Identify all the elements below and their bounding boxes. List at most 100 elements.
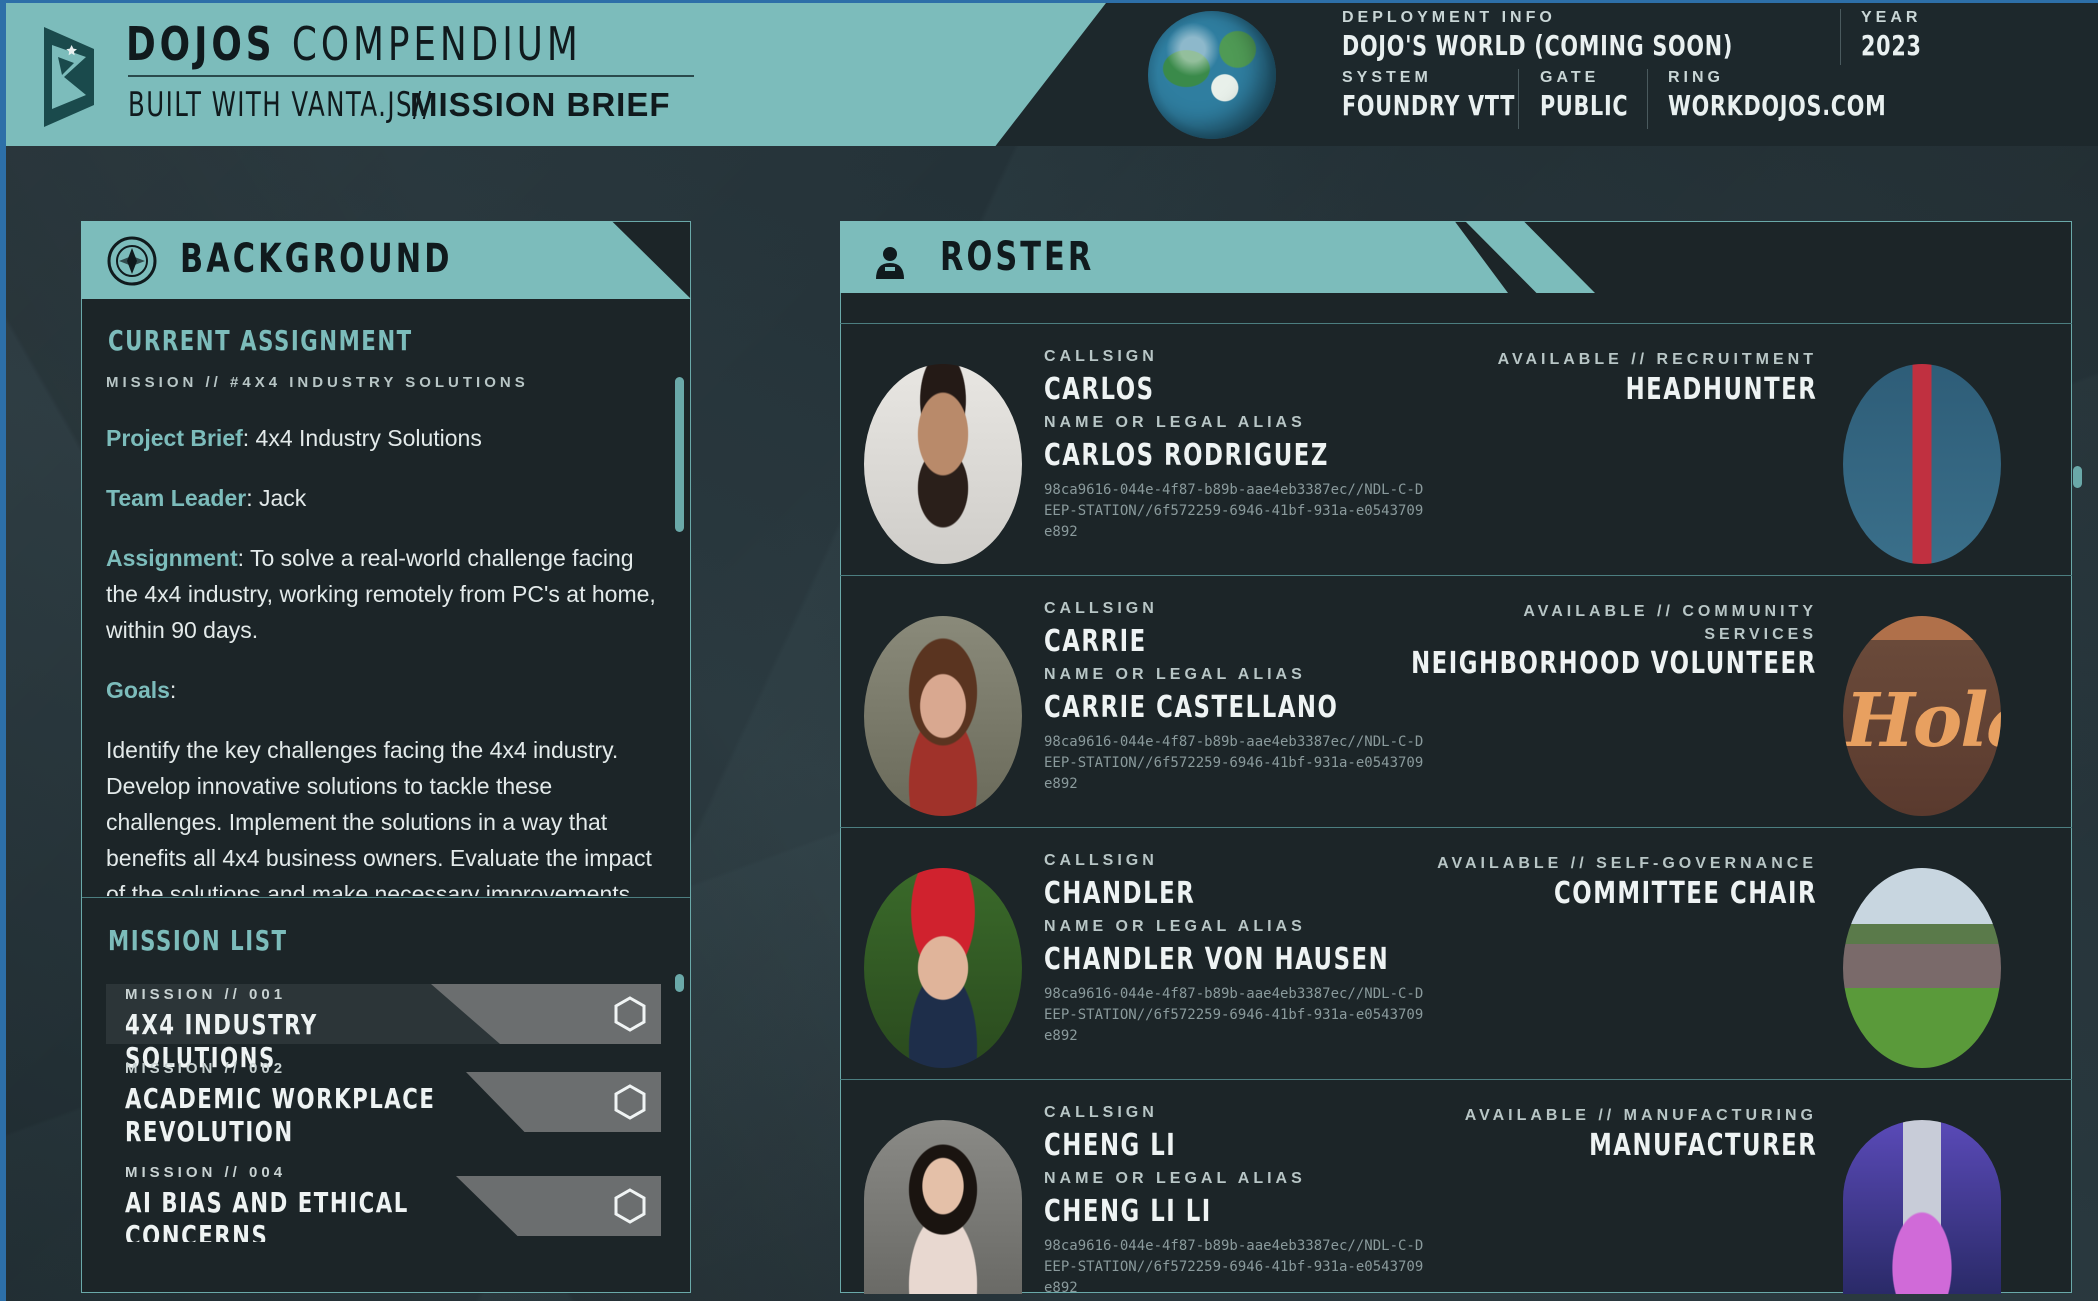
mission-item[interactable]: MISSION // 001 4X4 INDUSTRY SOLUTIONS bbox=[106, 984, 661, 1074]
info-divider bbox=[1840, 9, 1841, 65]
callsign-value: CHANDLER bbox=[1044, 876, 1196, 911]
app-subtitle: BUILT WITH VANTA.JS//MISSION BRIEF bbox=[128, 85, 671, 125]
alias-label: NAME OR LEGAL ALIAS bbox=[1044, 414, 1306, 431]
availability-label: AVAILABLE // RECRUITMENT bbox=[1497, 351, 1817, 368]
alias-label: NAME OR LEGAL ALIAS bbox=[1044, 1170, 1306, 1187]
goals-key: Goals bbox=[106, 677, 170, 703]
background-scroll-area[interactable]: Project Brief: 4x4 Industry Solutions Te… bbox=[81, 410, 689, 896]
deployment-label: DEPLOYMENT INFO bbox=[1342, 9, 1556, 26]
availability-label: AVAILABLE // SELF-GOVERNANCE bbox=[1437, 855, 1817, 872]
callsign-label: CALLSIGN bbox=[1044, 852, 1158, 869]
info-divider bbox=[1647, 69, 1648, 129]
system-label: SYSTEM bbox=[1342, 69, 1432, 86]
role-value: HEADHUNTER bbox=[1625, 372, 1817, 407]
mission-list-title: MISSION LIST bbox=[108, 924, 288, 957]
roster-row[interactable]: CALLSIGN CARLOS NAME OR LEGAL ALIAS CARL… bbox=[840, 323, 2072, 576]
app-page: DOJOS COMPENDIUM BUILT WITH VANTA.JS//MI… bbox=[0, 0, 2098, 1301]
hexagon-icon bbox=[614, 996, 646, 1032]
goals: Goals: bbox=[106, 672, 666, 708]
mission-item[interactable]: MISSION // 002 ACADEMIC WORKPLACE REVOLU… bbox=[106, 1060, 661, 1148]
team-leader: Team Leader: Jack bbox=[106, 480, 666, 516]
current-assignment-sub: MISSION // #4X4 INDUSTRY SOLUTIONS bbox=[106, 374, 529, 391]
goals-value: : bbox=[169, 677, 177, 703]
avatar bbox=[864, 616, 1022, 816]
header-bar: DOJOS COMPENDIUM BUILT WITH VANTA.JS//MI… bbox=[6, 3, 2098, 146]
role-value: COMMITTEE CHAIR bbox=[1554, 876, 1817, 911]
window-left-border bbox=[0, 0, 6, 1301]
system-value: FOUNDRY VTT bbox=[1342, 89, 1516, 122]
subtitle-mission-brief: MISSION BRIEF bbox=[410, 86, 671, 123]
member-id: 98ca9616-044e-4f87-b89b-aae4eb3387ec//ND… bbox=[1044, 482, 1424, 540]
alias-value: CARLOS RODRIGUEZ bbox=[1044, 438, 1329, 473]
mission-name: ACADEMIC WORKPLACE REVOLUTION bbox=[125, 1082, 436, 1148]
mission-number: MISSION // 004 bbox=[125, 1164, 287, 1181]
avatar bbox=[864, 1120, 1022, 1294]
member-id: 98ca9616-044e-4f87-b89b-aae4eb3387ec//ND… bbox=[1044, 734, 1424, 792]
app-title-thin: COMPENDIUM bbox=[291, 17, 582, 71]
ring-label: RING bbox=[1668, 69, 1724, 86]
role-value: MANUFACTURER bbox=[1588, 1128, 1817, 1163]
roster-scrollbar[interactable] bbox=[2073, 466, 2082, 488]
year-value: 2023 bbox=[1861, 29, 1922, 62]
gate-label: GATE bbox=[1540, 69, 1600, 86]
callsign-value: CHENG LI bbox=[1044, 1128, 1177, 1163]
dojo-logo-icon bbox=[44, 27, 94, 127]
roster-row[interactable]: CALLSIGN CARRIE NAME OR LEGAL ALIAS CARR… bbox=[840, 575, 2072, 828]
member-id: 98ca9616-044e-4f87-b89b-aae4eb3387ec//ND… bbox=[1044, 986, 1424, 1044]
mission-number: MISSION // 001 bbox=[125, 986, 287, 1003]
title-divider bbox=[128, 75, 694, 77]
section-divider bbox=[82, 897, 690, 898]
mission-item[interactable]: MISSION // 004 AI BIAS AND ETHICAL CONCE… bbox=[106, 1164, 661, 1242]
roster-title: ROSTER bbox=[940, 234, 1095, 280]
current-assignment-title: CURRENT ASSIGNMENT bbox=[108, 324, 413, 357]
callsign-label: CALLSIGN bbox=[1044, 1104, 1158, 1121]
project-brief-key: Project Brief bbox=[106, 425, 243, 451]
goals-text: Identify the key challenges facing the 4… bbox=[106, 737, 652, 896]
alias-label: NAME OR LEGAL ALIAS bbox=[1044, 666, 1306, 683]
deployment-value: DOJO'S WORLD (COMING SOON) bbox=[1342, 29, 1734, 62]
mission-list: MISSION // 001 4X4 INDUSTRY SOLUTIONS MI… bbox=[82, 980, 690, 1242]
alias-value: CHENG LI LI bbox=[1044, 1194, 1212, 1229]
app-title: DOJOS COMPENDIUM bbox=[126, 17, 582, 71]
globe-icon bbox=[1148, 11, 1276, 139]
alias-value: CARRIE CASTELLANO bbox=[1044, 690, 1339, 725]
role-image bbox=[1843, 364, 2001, 564]
hola-sign: Hola bbox=[1845, 678, 2001, 764]
role-value: NEIGHBORHOOD VOLUNTEER bbox=[1411, 646, 1817, 681]
availability-label: AVAILABLE // COMMUNITY SERVICES bbox=[1523, 603, 1817, 643]
callsign-value: CARRIE bbox=[1044, 624, 1147, 659]
compass-icon bbox=[107, 236, 157, 286]
role-image bbox=[1843, 1120, 2001, 1294]
assignment: Assignment: To solve a real-world challe… bbox=[106, 540, 666, 648]
gate-value: PUBLIC bbox=[1540, 89, 1629, 122]
subtitle-vanta: BUILT WITH VANTA.JS// bbox=[128, 85, 433, 125]
assignment-key: Assignment bbox=[106, 545, 238, 571]
hexagon-icon bbox=[614, 1084, 646, 1120]
roster-row[interactable]: CALLSIGN CHANDLER NAME OR LEGAL ALIAS CH… bbox=[840, 827, 2072, 1080]
avatar bbox=[864, 364, 1022, 564]
callsign-value: CARLOS bbox=[1044, 372, 1155, 407]
background-title: BACKGROUND bbox=[180, 236, 453, 282]
app-title-bold: DOJOS bbox=[126, 17, 276, 71]
callsign-label: CALLSIGN bbox=[1044, 348, 1158, 365]
alias-value: CHANDLER VON HAUSEN bbox=[1044, 942, 1390, 977]
role-image: Hola bbox=[1843, 616, 2001, 816]
info-divider bbox=[1518, 69, 1519, 129]
year-label: YEAR bbox=[1861, 9, 1922, 26]
member-id: 98ca9616-044e-4f87-b89b-aae4eb3387ec//ND… bbox=[1044, 1238, 1424, 1292]
project-brief: Project Brief: 4x4 Industry Solutions bbox=[106, 420, 666, 456]
project-brief-value: : 4x4 Industry Solutions bbox=[242, 425, 482, 451]
role-image bbox=[1843, 868, 2001, 1068]
hexagon-icon bbox=[614, 1188, 646, 1224]
mission-number: MISSION // 002 bbox=[125, 1060, 287, 1077]
roster-row[interactable]: CALLSIGN CHENG LI NAME OR LEGAL ALIAS CH… bbox=[840, 1079, 2072, 1294]
alias-label: NAME OR LEGAL ALIAS bbox=[1044, 918, 1306, 935]
availability-label: AVAILABLE // MANUFACTURING bbox=[1464, 1107, 1817, 1124]
callsign-label: CALLSIGN bbox=[1044, 600, 1158, 617]
background-scrollbar[interactable] bbox=[675, 377, 684, 532]
person-icon bbox=[876, 247, 904, 279]
team-leader-key: Team Leader bbox=[106, 485, 247, 511]
avatar bbox=[864, 868, 1022, 1068]
team-leader-value: : Jack bbox=[246, 485, 307, 511]
ring-value[interactable]: WORKDOJOS.COM bbox=[1668, 89, 1886, 122]
